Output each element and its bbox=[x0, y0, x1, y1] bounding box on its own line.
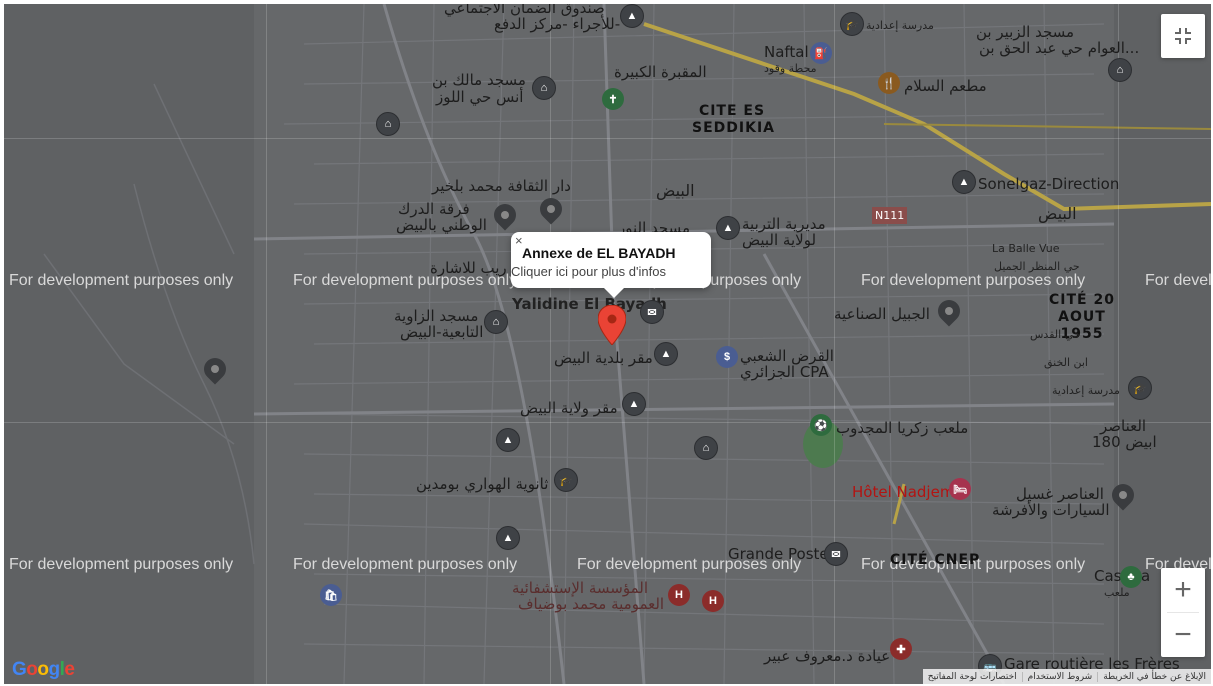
exit-fullscreen-icon bbox=[1175, 28, 1191, 44]
attribution-bar: اختصارات لوحة المفاتيح شروط الاستخدام ال… bbox=[922, 669, 1211, 684]
label-la-balle-vue: La Balle Vue bbox=[992, 242, 1060, 255]
hotel-icon[interactable]: 🛏 bbox=[949, 478, 971, 500]
building-icon[interactable]: ▲ bbox=[496, 428, 520, 452]
label-culture-house: دار الثقافة محمد بلخير bbox=[432, 177, 571, 195]
bank-icon[interactable]: $ bbox=[716, 346, 738, 368]
label-car-wash-2: السيارات والأفرشة bbox=[992, 501, 1110, 519]
mosque-icon[interactable]: ⌂ bbox=[484, 310, 508, 334]
dev-watermark: For development purposes only bbox=[293, 556, 518, 573]
mosque-icon[interactable]: ⌂ bbox=[1108, 58, 1132, 82]
label-hotel-nadjem: Hôtel Nadjem bbox=[852, 483, 955, 501]
label-clinic: عيادة د.معروف عبير bbox=[764, 647, 891, 665]
building-icon[interactable]: ▲ bbox=[716, 216, 740, 240]
dev-watermark: For development purposes only bbox=[1145, 272, 1211, 289]
google-logo[interactable]: Google bbox=[12, 659, 75, 681]
label-school-top: مدرسة إعدادية bbox=[866, 19, 934, 32]
tile-gridline bbox=[266, 4, 267, 684]
label-ibn-khaldun: ابن الخنق bbox=[1044, 356, 1088, 369]
mosque-icon[interactable]: ⌂ bbox=[376, 112, 400, 136]
info-window-title: Annexe de EL BAYADH bbox=[522, 245, 676, 261]
cemetery-icon[interactable]: ✝ bbox=[602, 88, 624, 110]
mosque-icon[interactable]: ⌂ bbox=[694, 436, 718, 460]
label-mosque-zubair-2: العوام حي عبد الحق بن... bbox=[979, 39, 1140, 57]
clinic-icon[interactable]: ✚ bbox=[890, 638, 912, 660]
label-restaurant-salam: مطعم السلام bbox=[904, 77, 987, 95]
label-hospital-2: العمومية محمد بوضياف bbox=[518, 595, 665, 613]
label-cpa-2: الجزائري CPA bbox=[740, 363, 829, 381]
school-icon[interactable]: 🎓 bbox=[554, 468, 578, 492]
zoom-control: + − bbox=[1161, 568, 1205, 657]
label-el-bayadh-ar: البيض bbox=[656, 181, 695, 200]
road-shield-n111: N111 bbox=[872, 207, 908, 224]
park-icon[interactable]: ♣ bbox=[1120, 566, 1142, 588]
building-icon[interactable]: ▲ bbox=[952, 170, 976, 194]
post-icon[interactable]: ✉ bbox=[640, 300, 664, 324]
label-school-right: مدرسة إعدادية bbox=[1052, 384, 1120, 397]
fuel-station-icon[interactable]: ⛽ bbox=[810, 42, 832, 64]
label-sonelgaz: Sonelgaz-Direction bbox=[978, 175, 1120, 193]
zoom-in-button[interactable]: + bbox=[1161, 568, 1205, 612]
exit-fullscreen-button[interactable] bbox=[1161, 14, 1205, 58]
label-el-wiam: حي المنظر الجميل bbox=[994, 260, 1080, 273]
label-wilaya-seat: مقر ولاية البيض bbox=[520, 399, 618, 417]
school-icon[interactable]: 🎓 bbox=[1128, 376, 1152, 400]
post-icon[interactable]: ✉ bbox=[824, 542, 848, 566]
terms-link[interactable]: شروط الاستخدام bbox=[1021, 671, 1098, 682]
label-mosque-malek: مسجد مالك بن bbox=[432, 71, 526, 89]
label-municipality: مقر بلدية البيض bbox=[554, 349, 653, 367]
tile-gridline bbox=[4, 138, 1211, 139]
location-marker-icon[interactable] bbox=[598, 305, 626, 345]
building-icon[interactable]: ▲ bbox=[496, 526, 520, 550]
label-social-security-2: للأجراء -مركز الدفع- bbox=[494, 15, 621, 33]
stadium-icon[interactable]: ⚽ bbox=[810, 414, 832, 436]
hospital-icon[interactable]: H bbox=[668, 584, 690, 606]
label-district-seddikia: CITE ES SEDDIKIA bbox=[692, 103, 775, 136]
label-big-cemetery: المقبرة الكبيرة bbox=[614, 63, 707, 81]
dev-watermark: For development purposes only bbox=[9, 272, 234, 289]
keyboard-shortcuts-link[interactable]: اختصارات لوحة المفاتيح bbox=[923, 672, 1022, 682]
label-zaouia-mosque-2: التابعية-البيض bbox=[400, 323, 484, 341]
shopping-icon[interactable]: 🛍 bbox=[320, 584, 342, 606]
label-anasser-2: 180 ابيض bbox=[1092, 433, 1157, 451]
dev-watermark: For development purposes only bbox=[9, 556, 234, 573]
label-industrial-mountain: الجبيل الصناعية bbox=[834, 305, 930, 323]
label-gendarmerie-band-2: الوطني بالبيض bbox=[396, 216, 487, 234]
report-error-link[interactable]: الإبلاغ عن خطأ في الخريطة bbox=[1097, 671, 1211, 682]
school-icon[interactable]: 🎓 bbox=[840, 12, 864, 36]
building-icon[interactable]: ▲ bbox=[622, 392, 646, 416]
label-signals: ريب للاشارة bbox=[430, 259, 507, 277]
label-qodus: حي القدس bbox=[1030, 328, 1081, 341]
label-hawari-school: ثانوية الهواري بومدين bbox=[416, 475, 549, 493]
label-district-cnep: CITÉ CNEP bbox=[890, 552, 981, 568]
hospital-icon[interactable]: H bbox=[702, 590, 724, 612]
tile-gridline bbox=[4, 422, 1211, 423]
info-window[interactable]: × Annexe de EL BAYADH Cliquer ici pour p… bbox=[511, 232, 711, 298]
label-el-bayadh-ar-2: البيض bbox=[1038, 204, 1077, 223]
map-canvas[interactable]: For development purposes only For develo… bbox=[4, 4, 1211, 684]
building-icon[interactable]: ▲ bbox=[654, 342, 678, 366]
building-icon[interactable]: ▲ bbox=[620, 4, 644, 28]
label-naftal-sub: محطة وقود bbox=[764, 62, 817, 75]
label-mosque-malek-2: أنس حي اللوز bbox=[436, 88, 524, 106]
mosque-icon[interactable]: ⌂ bbox=[532, 76, 556, 100]
label-education-dir-2: لولاية البيض bbox=[742, 231, 817, 249]
restaurant-icon[interactable]: 🍴 bbox=[878, 72, 900, 94]
zoom-out-button[interactable]: − bbox=[1161, 613, 1205, 657]
tile-gridline bbox=[834, 4, 835, 684]
label-stadium: ملعب زكريا المجدوب bbox=[836, 419, 969, 437]
label-naftal: Naftal bbox=[764, 43, 809, 61]
rural-tracks bbox=[43, 83, 255, 565]
label-grande-poste: Grande Poste bbox=[728, 545, 829, 563]
info-window-link[interactable]: Cliquer ici pour plus d'infos bbox=[511, 264, 666, 279]
